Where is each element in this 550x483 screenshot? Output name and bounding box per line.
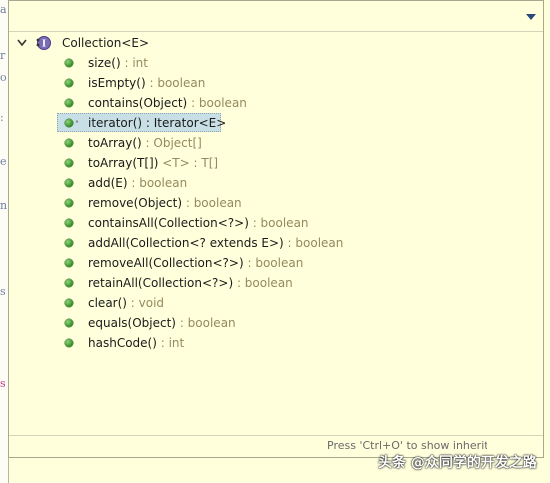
public-method-icon xyxy=(65,199,73,207)
method-name: isEmpty() xyxy=(88,76,146,90)
method-row[interactable]: contains(Object) : boolean xyxy=(9,93,543,113)
method-row[interactable]: addAll(Collection<? extends E>) : boolea… xyxy=(9,233,543,253)
public-method-icon xyxy=(65,319,73,327)
public-method-icon xyxy=(65,79,73,87)
method-return-type: <T> : T[] xyxy=(158,156,219,170)
method-row[interactable]: add(E) : boolean xyxy=(9,173,543,193)
public-method-icon xyxy=(65,139,73,147)
public-method-icon xyxy=(65,119,73,127)
status-hint: Press 'Ctrl+O' to show inherited members xyxy=(327,439,487,452)
method-row[interactable]: isEmpty() : boolean xyxy=(9,73,543,93)
method-name: clear() xyxy=(88,296,127,310)
method-row[interactable]: retainAll(Collection<?>) : boolean xyxy=(9,273,543,293)
method-name: iterator() xyxy=(88,116,143,130)
public-method-icon xyxy=(65,279,73,287)
method-row[interactable]: toArray() : Object[] xyxy=(9,133,543,153)
method-row[interactable]: removeAll(Collection<?>) : boolean xyxy=(9,253,543,273)
override-marker-icon: ˄ xyxy=(75,120,79,129)
method-return-type: : boolean xyxy=(248,216,309,230)
public-method-icon xyxy=(65,299,73,307)
public-method-icon xyxy=(65,179,73,187)
svg-text:I: I xyxy=(42,40,46,50)
public-method-icon xyxy=(65,259,73,267)
method-name: size() xyxy=(88,56,121,70)
method-name: toArray() xyxy=(88,136,142,150)
method-return-type: : Object[] xyxy=(141,136,202,150)
method-row[interactable]: hashCode() : int xyxy=(9,333,543,353)
method-row[interactable]: remove(Object) : boolean xyxy=(9,193,543,213)
public-method-icon xyxy=(65,59,73,67)
method-row[interactable]: containsAll(Collection<?>) : boolean xyxy=(9,213,543,233)
method-return-type: : boolean xyxy=(182,196,242,210)
method-return-type: : boolean xyxy=(127,176,188,190)
method-name: hashCode() xyxy=(88,336,157,350)
method-row[interactable]: clear() : void xyxy=(9,293,543,313)
method-name: contains(Object) xyxy=(88,96,188,110)
public-method-icon xyxy=(65,159,73,167)
tree-root-row[interactable]: I Collection<E> xyxy=(9,33,543,53)
view-menu-chevron-icon[interactable] xyxy=(525,12,537,22)
root-interface-name: Collection<E> xyxy=(62,36,150,50)
method-row[interactable]: toArray(T[]) <T> : T[] xyxy=(9,153,543,173)
method-name: retainAll(Collection<?>) xyxy=(88,276,234,290)
public-method-icon xyxy=(65,99,73,107)
public-method-icon xyxy=(65,239,73,247)
method-return-type: : Iterator<E> xyxy=(142,116,227,130)
method-row[interactable]: size() : int xyxy=(9,53,543,73)
public-method-icon xyxy=(65,339,73,347)
method-return-type: : boolean xyxy=(283,236,344,250)
method-return-type: : boolean xyxy=(176,316,236,330)
method-name: toArray(T[]) xyxy=(88,156,159,170)
quick-outline-popup: I Collection<E> size() : int isEmpty() : … xyxy=(8,0,544,458)
method-return-type: : void xyxy=(126,296,165,310)
method-name: equals(Object) xyxy=(88,316,176,330)
method-name: remove(Object) xyxy=(88,196,183,210)
method-name: add(E) xyxy=(88,176,128,190)
expand-chevron-icon[interactable] xyxy=(17,39,27,47)
method-row[interactable]: ˄ iterator() : Iterator<E> xyxy=(9,113,543,133)
watermark-text: 头条 @众同学的开发之路 xyxy=(378,455,537,471)
method-name: addAll(Collection<? extends E>) xyxy=(88,236,284,250)
method-return-type: : int xyxy=(120,56,148,70)
filter-bar xyxy=(9,1,543,32)
method-return-type: : boolean xyxy=(233,276,293,290)
method-return-type: : boolean xyxy=(145,76,206,90)
method-return-type: : int xyxy=(156,336,185,350)
public-method-icon xyxy=(65,219,73,227)
method-return-type: : boolean xyxy=(187,96,247,110)
method-name: removeAll(Collection<?>) xyxy=(88,256,244,270)
interface-icon: I xyxy=(36,36,51,50)
method-row[interactable]: equals(Object) : boolean xyxy=(9,313,543,333)
method-name: containsAll(Collection<?>) xyxy=(88,216,249,230)
method-return-type: : boolean xyxy=(243,256,304,270)
